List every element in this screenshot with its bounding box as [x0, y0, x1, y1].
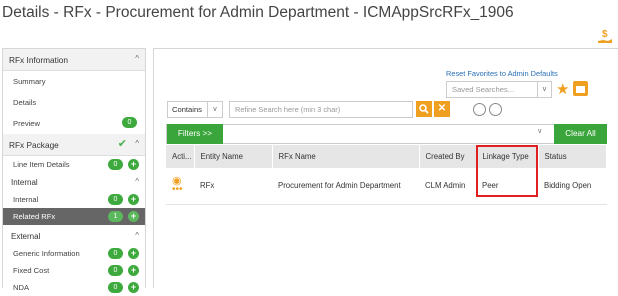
cell-rfx-name[interactable]: Procurement for Admin Department	[272, 168, 419, 205]
chevron-up-icon[interactable]: ^	[135, 54, 139, 63]
chevron-up-icon[interactable]: ^	[135, 177, 139, 186]
clear-search-button[interactable]: ✕	[434, 101, 450, 117]
sidebar-item-generic-information[interactable]: Generic Information 0 +	[3, 245, 145, 262]
calendar-icon[interactable]	[573, 81, 588, 96]
column-header-linkage-type[interactable]: Linkage Type	[476, 145, 539, 168]
section-label: RFx Information	[9, 54, 69, 65]
group-external[interactable]: External ^	[3, 227, 145, 245]
sidebar-item-label: Line Item Details	[13, 160, 70, 169]
count-badge: 0	[108, 265, 123, 276]
svg-text:$: $	[602, 29, 608, 40]
chevron-down-icon[interactable]: v	[537, 82, 551, 97]
cell-status: Bidding Open	[538, 168, 607, 205]
count-badge: 0	[108, 248, 123, 259]
count-badge: 1	[108, 211, 123, 222]
filter-bar: Filters >> v	[166, 124, 607, 144]
page-title: Details - RFx - Procurement for Admin De…	[2, 4, 514, 21]
group-label: Internal	[11, 177, 38, 187]
contains-select[interactable]: Contains v	[167, 101, 223, 118]
count-badge: 0	[122, 117, 137, 128]
chevron-down-icon[interactable]: v	[207, 102, 222, 117]
dollar-hand-icon[interactable]: $	[597, 27, 613, 45]
sidebar-item-line-item-details[interactable]: Line Item Details 0 +	[3, 156, 145, 173]
add-icon[interactable]: +	[128, 194, 139, 205]
count-badge: 0	[108, 194, 123, 205]
add-icon[interactable]: +	[128, 265, 139, 276]
group-label: External	[11, 231, 41, 241]
table-row[interactable]: ◉ ••• RFx Procurement for Admin Departme…	[166, 168, 607, 205]
sidebar-item-preview[interactable]: Preview 0	[3, 113, 145, 134]
sidebar-item-related-rfx[interactable]: Related RFx 1 +	[3, 208, 145, 225]
saved-searches-select[interactable]: Saved Searches... v	[446, 81, 552, 98]
count-badge: 0	[108, 159, 123, 170]
sidebar-item-label: Generic Information	[13, 249, 80, 258]
check-icon: ✔	[117, 138, 127, 150]
section-rfx-information[interactable]: RFx Information ^	[3, 49, 145, 71]
cell-entity-name: RFx	[194, 168, 272, 205]
sidebar-item-summary[interactable]: Summary	[3, 71, 145, 92]
related-rfx-table: Acti... Entity Name RFx Name Created By …	[166, 145, 607, 205]
sidebar-item-internal[interactable]: Internal 0 +	[3, 191, 145, 208]
chevron-up-icon[interactable]: ^	[135, 139, 139, 148]
sidebar-item-label: Summary	[13, 77, 46, 86]
cell-linkage-type: Peer	[476, 168, 538, 205]
star-icon[interactable]: ★	[556, 80, 569, 98]
sidebar-item-fixed-cost[interactable]: Fixed Cost 0 +	[3, 262, 145, 279]
saved-searches-placeholder: Saved Searches...	[452, 85, 515, 94]
close-icon: ✕	[437, 103, 447, 114]
reset-favorites-link[interactable]: Reset Favorites to Admin Defaults	[446, 69, 558, 78]
chevron-down-icon[interactable]: v	[538, 128, 542, 135]
sidebar-item-label: Fixed Cost	[13, 266, 50, 275]
search-placeholder: Refine Search here (min 3 char)	[235, 105, 341, 114]
column-header-rfx-name[interactable]: RFx Name	[272, 145, 420, 168]
column-header-actions[interactable]: Acti...	[166, 145, 195, 168]
sidebar-item-label: Internal	[13, 195, 39, 204]
column-header-entity-name[interactable]: Entity Name	[194, 145, 273, 168]
list-view-icon[interactable]	[473, 103, 486, 116]
sidebar-item-label: Related RFx	[13, 212, 56, 221]
table-header-row: Acti... Entity Name RFx Name Created By …	[166, 145, 607, 168]
row-actions[interactable]: ◉ •••	[166, 168, 194, 205]
refresh-icon[interactable]	[489, 103, 502, 116]
cell-created-by: CLM Admin	[419, 168, 476, 205]
section-label: RFx Package	[9, 139, 59, 150]
column-header-status[interactable]: Status	[538, 145, 607, 168]
search-icon	[419, 104, 429, 114]
chevron-up-icon[interactable]: ^	[135, 231, 139, 240]
sidebar-item-label: Details	[13, 98, 37, 107]
contains-value: Contains	[172, 105, 202, 114]
search-input[interactable]: Refine Search here (min 3 char)	[229, 101, 413, 118]
clear-all-button[interactable]: Clear All	[554, 124, 607, 144]
sidebar: RFx Information ^ Summary Details Previe…	[2, 48, 146, 293]
search-button[interactable]	[416, 101, 432, 117]
more-actions-icon[interactable]: •••	[172, 185, 194, 195]
add-icon[interactable]: +	[128, 211, 139, 222]
column-header-created-by[interactable]: Created By	[419, 145, 477, 168]
sidebar-item-label: Preview	[13, 119, 41, 128]
group-internal[interactable]: Internal ^	[3, 173, 145, 191]
filters-button[interactable]: Filters >>	[167, 124, 223, 144]
add-icon[interactable]: +	[128, 248, 139, 259]
section-rfx-package[interactable]: RFx Package ✔ ^	[3, 134, 145, 156]
sidebar-item-details[interactable]: Details	[3, 92, 145, 113]
add-icon[interactable]: +	[128, 159, 139, 170]
